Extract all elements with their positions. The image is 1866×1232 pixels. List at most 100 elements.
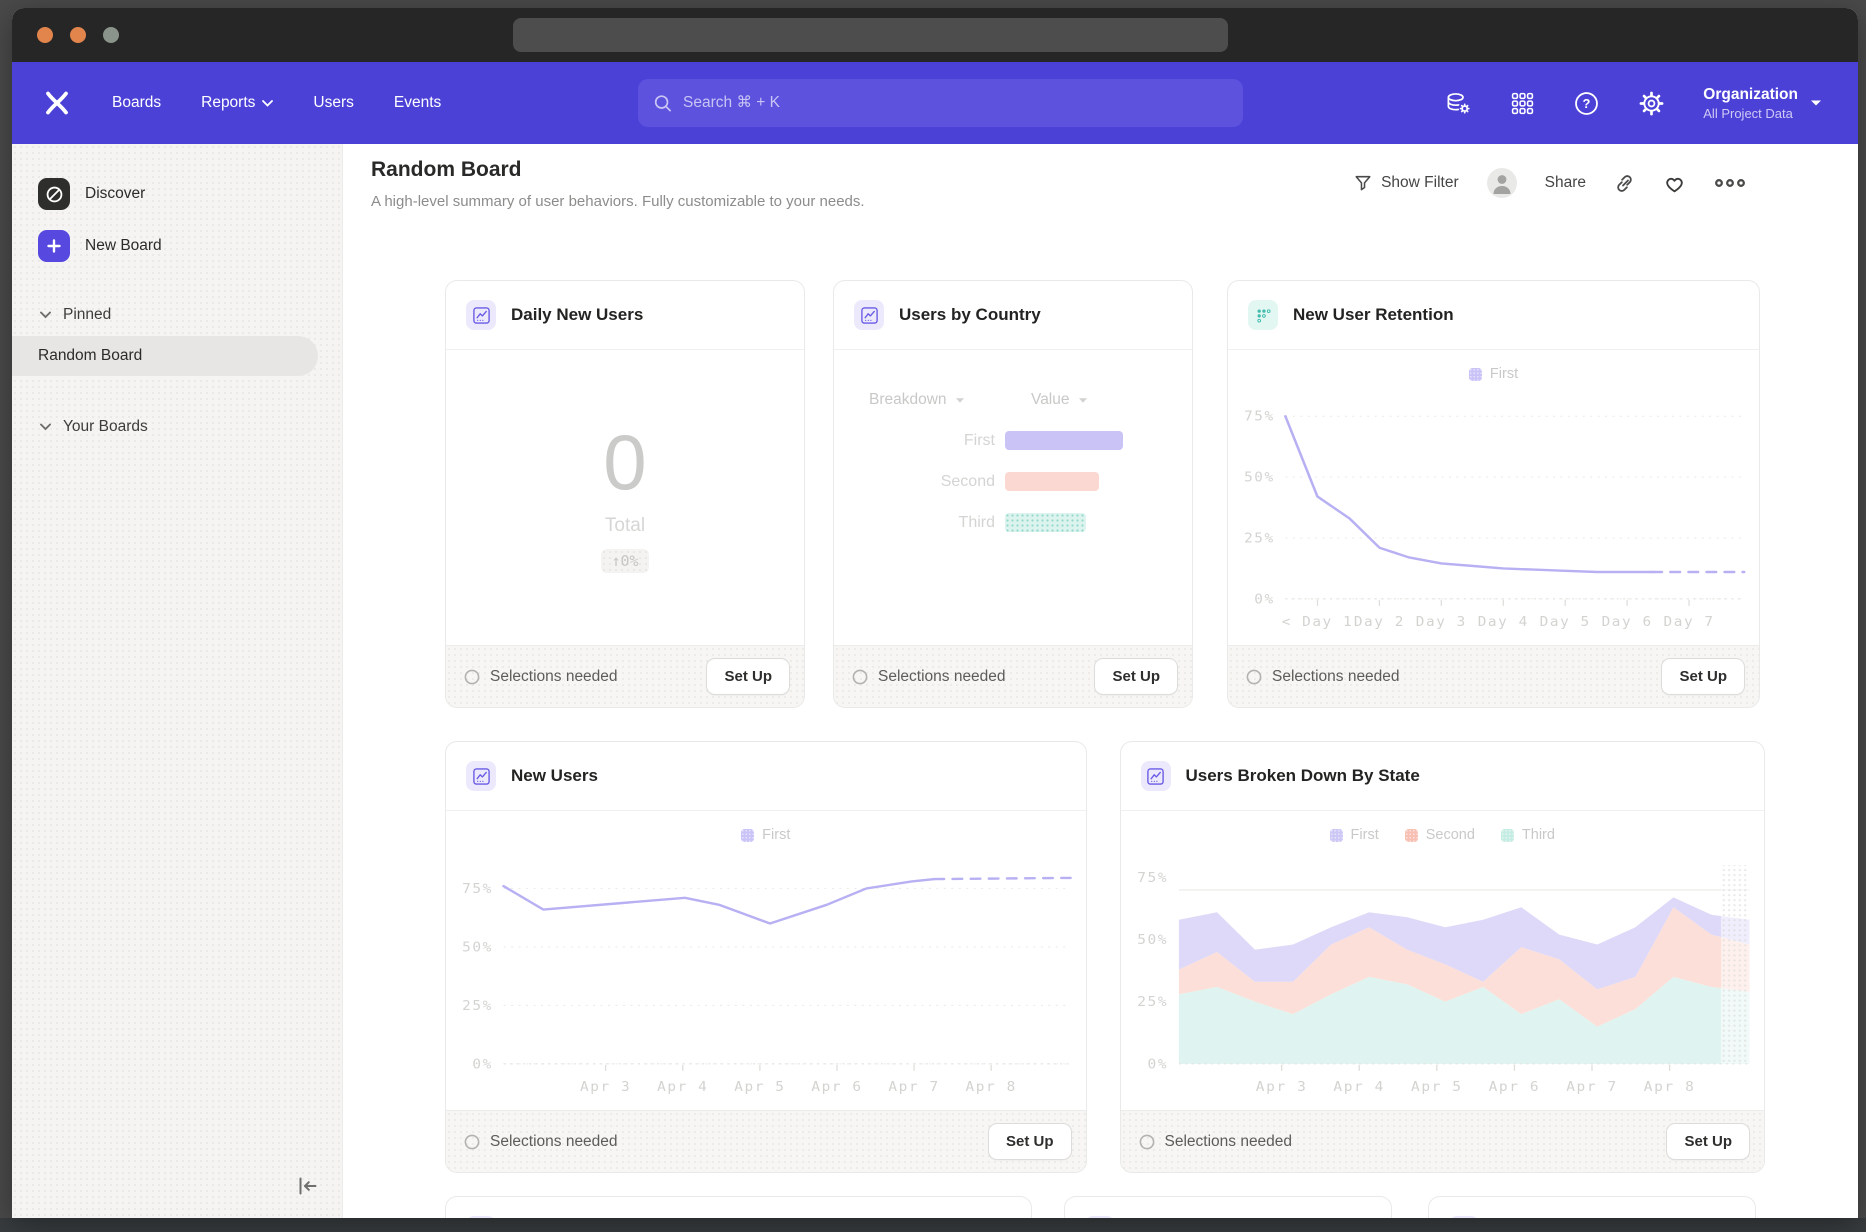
breakdown-dropdown[interactable]: Breakdown [834, 391, 1005, 409]
share-label: Share [1545, 174, 1586, 192]
metric-delta-badge: ↑0% [601, 549, 648, 573]
more-options-icon[interactable] [1714, 177, 1746, 189]
browser-address-bar[interactable] [513, 18, 1228, 52]
set-up-button[interactable]: Set Up [706, 658, 790, 695]
retention-chart: 75%50%25%0%< Day 1Day 2Day 3Day 4Day 5Da… [1228, 392, 1759, 645]
country-bar [1005, 431, 1123, 450]
chart-legend: First [1228, 356, 1759, 392]
apps-grid-icon[interactable] [1510, 91, 1535, 116]
share-button[interactable]: Share [1545, 174, 1586, 192]
status-circle-icon [1246, 669, 1262, 685]
chart-legend: First [446, 817, 1086, 853]
svg-text:Day 6: Day 6 [1602, 614, 1653, 630]
svg-text:50%: 50% [462, 940, 493, 956]
svg-text:Day 4: Day 4 [1478, 614, 1529, 630]
global-search[interactable] [638, 79, 1243, 127]
desktop: Boards Reports Users Events [0, 0, 1866, 1232]
legend-item: Third [1501, 827, 1555, 843]
sidebar-item-random-board[interactable]: Random Board [12, 336, 318, 376]
legend-item: First [741, 827, 790, 843]
svg-text:Apr 4: Apr 4 [1333, 1079, 1385, 1094]
nav-item-label: Reports [201, 94, 255, 112]
value-dropdown[interactable]: Value [1005, 391, 1192, 409]
legend-chip [1501, 829, 1514, 842]
svg-text:0%: 0% [1147, 1057, 1168, 1072]
country-bar-label: Third [834, 514, 1005, 532]
legend-item: Second [1405, 827, 1475, 843]
sidebar-section-your-boards[interactable]: Your Boards [40, 418, 342, 436]
legend-chip [741, 829, 754, 842]
sidebar-section-pinned[interactable]: Pinned [40, 306, 342, 324]
avatar[interactable] [1487, 168, 1517, 198]
nav-item-reports[interactable]: Reports [201, 94, 273, 112]
svg-text:< Day 1: < Day 1 [1282, 614, 1354, 630]
status-selections-needed: Selections needed [1139, 1133, 1293, 1151]
board-main: Random Board A high-level summary of use… [343, 144, 1858, 1218]
svg-text:Apr 5: Apr 5 [734, 1079, 785, 1095]
window-control-close[interactable] [37, 27, 53, 43]
nav-item-boards[interactable]: Boards [112, 94, 161, 112]
svg-text:25%: 25% [1137, 995, 1168, 1010]
set-up-button[interactable]: Set Up [1666, 1123, 1750, 1160]
svg-text:Apr 5: Apr 5 [1411, 1079, 1463, 1094]
chevron-down-icon [40, 423, 51, 431]
show-filter-button[interactable]: Show Filter [1354, 174, 1459, 192]
favorite-heart-icon[interactable] [1663, 173, 1686, 194]
settings-gear-icon[interactable] [1638, 90, 1665, 117]
country-bar-row: Second [834, 472, 1192, 491]
line-chart-icon [1449, 1216, 1479, 1218]
card-daily-new-users: Daily New Users 0 Total ↑0% Selections [445, 280, 805, 708]
filter-funnel-icon [1354, 174, 1372, 192]
discover-compass-icon [38, 178, 70, 210]
window-controls [37, 27, 119, 43]
person-icon [1487, 168, 1517, 198]
svg-text:Apr 3: Apr 3 [1255, 1079, 1307, 1094]
set-up-button[interactable]: Set Up [1094, 658, 1178, 695]
line-chart-icon [466, 1216, 496, 1218]
retention-grid-icon [1248, 300, 1278, 330]
help-icon[interactable]: ? [1573, 90, 1600, 117]
status-circle-icon [464, 669, 480, 685]
org-switcher[interactable]: Organization All Project Data [1703, 86, 1822, 121]
page-subtitle: A high-level summary of user behaviors. … [371, 193, 865, 210]
copy-link-icon[interactable] [1614, 173, 1635, 194]
dropdown-caret-icon [955, 397, 965, 404]
card-title: Users Broken Down By State [1186, 766, 1420, 786]
svg-text:0%: 0% [1254, 592, 1274, 608]
line-chart-icon [1141, 761, 1171, 791]
window-control-minimize[interactable] [70, 27, 86, 43]
sidebar-item-discover[interactable]: Discover [38, 178, 342, 210]
svg-text:25%: 25% [1244, 531, 1275, 547]
status-circle-icon [852, 669, 868, 685]
data-management-icon[interactable] [1445, 90, 1472, 117]
line-chart-icon [854, 300, 884, 330]
window-control-zoom[interactable] [103, 27, 119, 43]
mixpanel-logo-icon[interactable] [42, 88, 72, 118]
card-stacked-line-graph: Stacked Line Graph [445, 1196, 1032, 1218]
search-input[interactable] [683, 94, 1227, 112]
set-up-button[interactable]: Set Up [1661, 658, 1745, 695]
sidebar-item-label: New Board [85, 237, 162, 255]
state-stacked-area-chart: 75%50%25%0%Apr 3Apr 4Apr 5Apr 6Apr 7Apr … [1121, 853, 1765, 1110]
status-selections-needed: Selections needed [464, 1133, 618, 1151]
new-users-chart: 75%50%25%0%Apr 3Apr 4Apr 5Apr 6Apr 7Apr … [446, 853, 1086, 1110]
nav-right-icons: ? Organization All Project Data [1445, 86, 1822, 121]
dropdown-caret-icon [1078, 397, 1088, 404]
country-bar [1005, 513, 1086, 532]
card-insights-report: Insights Report [1064, 1196, 1392, 1218]
chevron-down-icon [40, 311, 51, 319]
nav-item-users[interactable]: Users [313, 94, 353, 112]
svg-text:50%: 50% [1244, 470, 1275, 486]
sidebar-collapse-button[interactable] [296, 1175, 320, 1202]
chevron-down-icon [1810, 99, 1822, 107]
svg-text:Apr 7: Apr 7 [888, 1079, 939, 1095]
svg-text:75%: 75% [462, 881, 493, 897]
line-chart-icon [466, 761, 496, 791]
nav-item-events[interactable]: Events [394, 94, 441, 112]
plus-icon [38, 230, 70, 262]
set-up-button[interactable]: Set Up [988, 1123, 1072, 1160]
sidebar-item-new-board[interactable]: New Board [38, 230, 342, 262]
org-project: All Project Data [1703, 106, 1798, 121]
card-new-users: New Users First 75%50%25%0%Apr 3Apr 4Apr… [445, 741, 1087, 1173]
line-chart-icon [466, 300, 496, 330]
